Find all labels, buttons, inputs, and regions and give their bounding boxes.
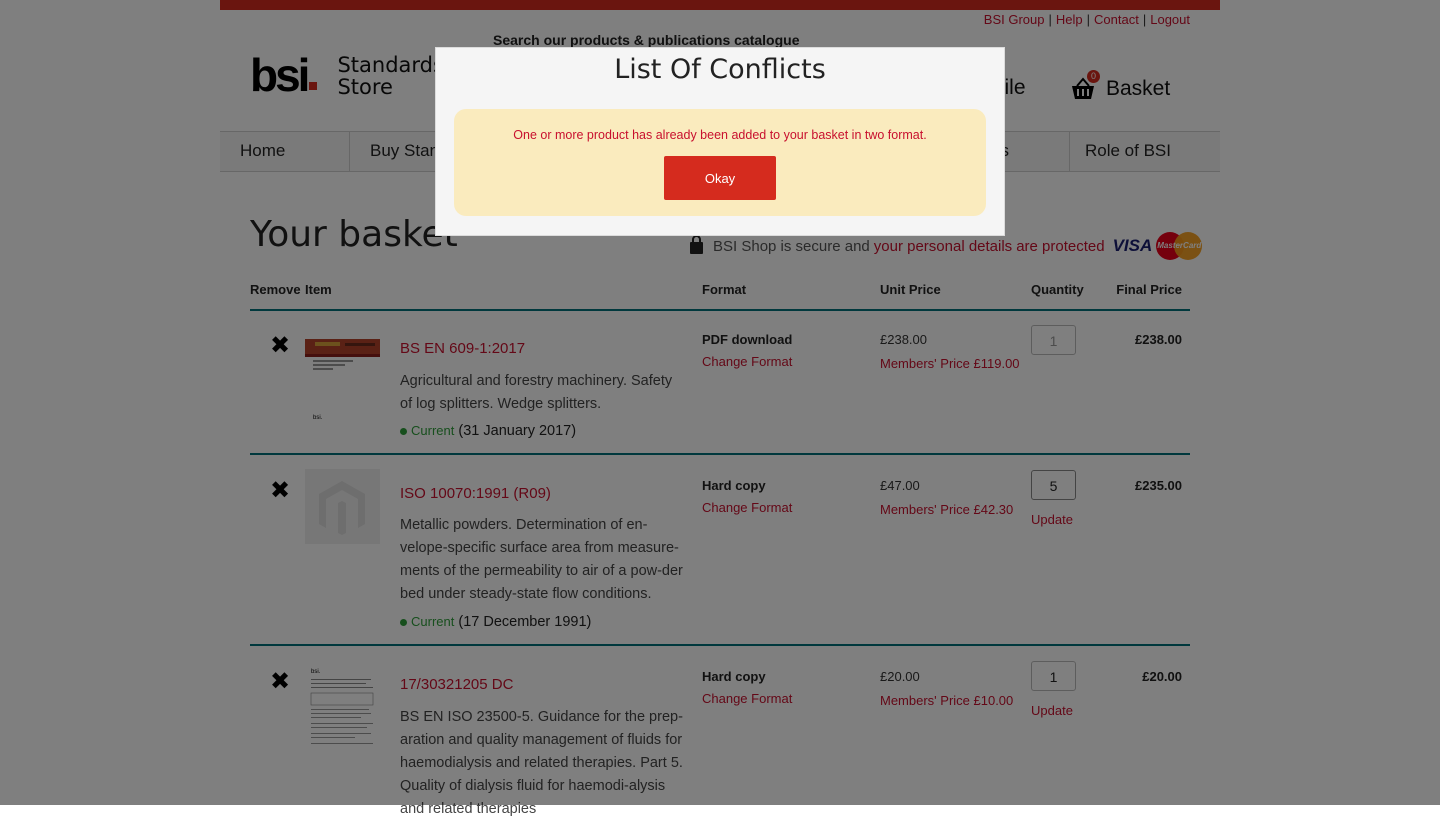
okay-button[interactable]: Okay	[664, 156, 776, 200]
conflicts-modal: List Of Conflicts One or more product ha…	[435, 47, 1005, 236]
modal-message-box: One or more product has already been add…	[454, 109, 986, 216]
modal-title: List Of Conflicts	[614, 54, 826, 85]
modal-message: One or more product has already been add…	[513, 128, 927, 142]
